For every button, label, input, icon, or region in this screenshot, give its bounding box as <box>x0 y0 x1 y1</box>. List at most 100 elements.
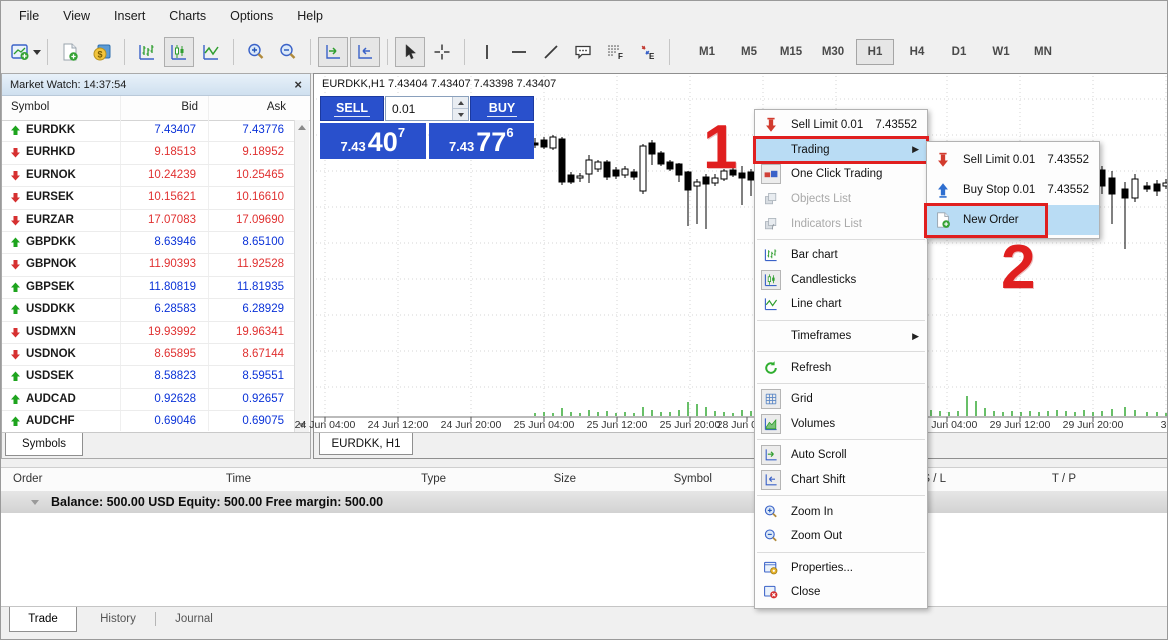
menu-item-auto-scroll[interactable]: Auto Scroll <box>755 443 927 468</box>
buy-button[interactable]: BUY <box>470 96 534 121</box>
menu-item-price: 7.43552 <box>875 119 921 131</box>
market-watch-row-eurhkd[interactable]: EURHKD9.185139.18952 <box>2 142 298 164</box>
market-watch-row-usdnok[interactable]: USDNOK8.658958.67144 <box>2 344 298 366</box>
tab-trade[interactable]: Trade <box>9 607 77 632</box>
terminal-panel: OrderTimeTypeSizeSymbolS / LT / P Balanc… <box>1 459 1167 640</box>
menu-item-grid[interactable]: Grid <box>755 387 927 412</box>
tab-history[interactable]: History <box>85 607 151 631</box>
close-icon[interactable]: × <box>294 78 302 91</box>
volume-stepper[interactable] <box>452 97 468 120</box>
menu-item-candlesticks[interactable]: Candlesticks <box>755 268 927 293</box>
menu-item-timeframes[interactable]: Timeframes▶ <box>755 324 927 349</box>
tab-symbols[interactable]: Symbols <box>5 433 83 456</box>
timeframe-d1[interactable]: D1 <box>940 39 978 65</box>
market-watch-row-eurzar[interactable]: EURZAR17.0708317.09690 <box>2 210 298 232</box>
new-order-icon <box>933 210 953 230</box>
menubar-item-file[interactable]: File <box>7 3 51 29</box>
market-watch-row-eursek[interactable]: EURSEK10.1562110.16610 <box>2 187 298 209</box>
menu-item-properties[interactable]: Properties... <box>755 556 927 581</box>
market-watch-button[interactable]: $ <box>87 37 117 67</box>
menubar-item-help[interactable]: Help <box>285 3 335 29</box>
arrow-down-icon <box>10 147 21 158</box>
zoom-in-button[interactable] <box>241 37 271 67</box>
vertical-line-button[interactable] <box>472 37 502 67</box>
market-watch-row-usdsek[interactable]: USDSEK8.588238.59551 <box>2 366 298 388</box>
crosshair-icon <box>432 42 452 62</box>
menu-item-volumes[interactable]: Volumes <box>755 412 927 437</box>
menu-item-chart-shift[interactable]: Chart Shift <box>755 468 927 493</box>
market-watch-row-eurdkk[interactable]: EURDKK7.434077.43776 <box>2 120 298 142</box>
timeframe-m30[interactable]: M30 <box>814 39 852 65</box>
auto-scroll-button[interactable] <box>318 37 348 67</box>
menubar-item-insert[interactable]: Insert <box>102 3 157 29</box>
menu-item-line-chart[interactable]: Line chart <box>755 292 927 317</box>
menu-item-label: Objects List <box>791 193 851 205</box>
menu-item-refresh[interactable]: Refresh <box>755 355 927 380</box>
trading-submenu: Sell Limit 0.017.43552Buy Stop 0.017.435… <box>926 141 1100 239</box>
text-label-button[interactable] <box>568 37 598 67</box>
market-watch-row-gbpnok[interactable]: GBPNOK11.9039311.92528 <box>2 254 298 276</box>
menu-item-sell-limit-0-01[interactable]: Sell Limit 0.017.43552 <box>755 113 927 138</box>
symbol-name: GBPSEK <box>26 281 75 293</box>
new-chart-button[interactable] <box>10 37 40 67</box>
market-watch-row-usddkk[interactable]: USDDKK6.285836.28929 <box>2 299 298 321</box>
sell-price[interactable]: 7.43 40 7 <box>320 123 426 159</box>
menu-item-zoom-in[interactable]: Zoom In <box>755 499 927 524</box>
menubar-item-options[interactable]: Options <box>218 3 285 29</box>
menubar-item-view[interactable]: View <box>51 3 102 29</box>
line-chart-button[interactable] <box>196 37 226 67</box>
horizontal-line-button[interactable] <box>504 37 534 67</box>
timeframe-m15[interactable]: M15 <box>772 39 810 65</box>
zoom-out-button[interactable] <box>273 37 303 67</box>
menu-item-bar-chart[interactable]: Bar chart <box>755 243 927 268</box>
market-watch-row-audcad[interactable]: AUDCAD0.926280.92657 <box>2 389 298 411</box>
fibonacci-button[interactable]: F <box>600 37 630 67</box>
menu-item-one-click-trading[interactable]: One Click Trading <box>755 162 927 187</box>
timeframe-h4[interactable]: H4 <box>898 39 936 65</box>
menu-separator <box>757 495 925 496</box>
trendline-button[interactable] <box>536 37 566 67</box>
menu-item-new-order[interactable]: New Order <box>927 205 1099 235</box>
menu-separator <box>757 383 925 384</box>
submenu-arrow-icon: ▶ <box>912 144 921 155</box>
timeframe-h1[interactable]: H1 <box>856 39 894 65</box>
market-watch-row-gbpdkk[interactable]: GBPDKK8.639468.65100 <box>2 232 298 254</box>
buy-price[interactable]: 7.43 77 6 <box>429 123 535 159</box>
crosshair-button[interactable] <box>427 37 457 67</box>
arrows-button[interactable]: E <box>632 37 662 67</box>
stepper-up-icon[interactable] <box>453 97 468 108</box>
menu-item-price: 7.43552 <box>1047 154 1093 166</box>
arrow-up-icon <box>10 304 21 315</box>
menu-item-close[interactable]: Close <box>755 580 927 605</box>
menu-item-trading[interactable]: Trading▶ <box>755 138 927 163</box>
menu-item-sell-limit-0-01[interactable]: Sell Limit 0.017.43552 <box>927 145 1099 175</box>
market-watch-row-usdmxn[interactable]: USDMXN19.9399219.96341 <box>2 322 298 344</box>
bid-value: 11.80819 <box>149 281 196 293</box>
market-watch-row-gbpsek[interactable]: GBPSEK11.8081911.81935 <box>2 277 298 299</box>
timeframe-m1[interactable]: M1 <box>688 39 726 65</box>
timeframe-mn[interactable]: MN <box>1024 39 1062 65</box>
balance-row[interactable]: Balance: 500.00 USD Equity: 500.00 Free … <box>1 491 1167 514</box>
menubar-item-charts[interactable]: Charts <box>157 3 218 29</box>
terminal-body <box>1 513 1167 606</box>
menu-item-label: Bar chart <box>791 249 838 261</box>
menu-item-zoom-out[interactable]: Zoom Out <box>755 524 927 549</box>
chart-shift-button[interactable] <box>350 37 380 67</box>
market-watch-row-audchf[interactable]: AUDCHF0.690460.69075 <box>2 411 298 433</box>
stepper-down-icon[interactable] <box>453 108 468 120</box>
timeframe-w1[interactable]: W1 <box>982 39 1020 65</box>
market-watch-scrollbar[interactable] <box>294 120 309 433</box>
market-watch-row-eurnok[interactable]: EURNOK10.2423910.25465 <box>2 165 298 187</box>
tab-chart-eurdkk[interactable]: EURDKK, H1 <box>319 433 413 455</box>
bar-chart-button[interactable] <box>132 37 162 67</box>
sell-button[interactable]: SELL <box>320 96 384 121</box>
menu-item-buy-stop-0-01[interactable]: Buy Stop 0.017.43552 <box>927 175 1099 205</box>
new-order-button[interactable] <box>55 37 85 67</box>
cursor-button[interactable] <box>395 37 425 67</box>
tab-journal[interactable]: Journal <box>161 607 227 631</box>
candlesticks-button[interactable] <box>164 37 194 67</box>
timeframe-m5[interactable]: M5 <box>730 39 768 65</box>
volume-input[interactable]: 0.01 <box>385 96 469 121</box>
bid-value: 7.43407 <box>154 124 196 136</box>
scroll-up-icon[interactable] <box>298 125 306 130</box>
